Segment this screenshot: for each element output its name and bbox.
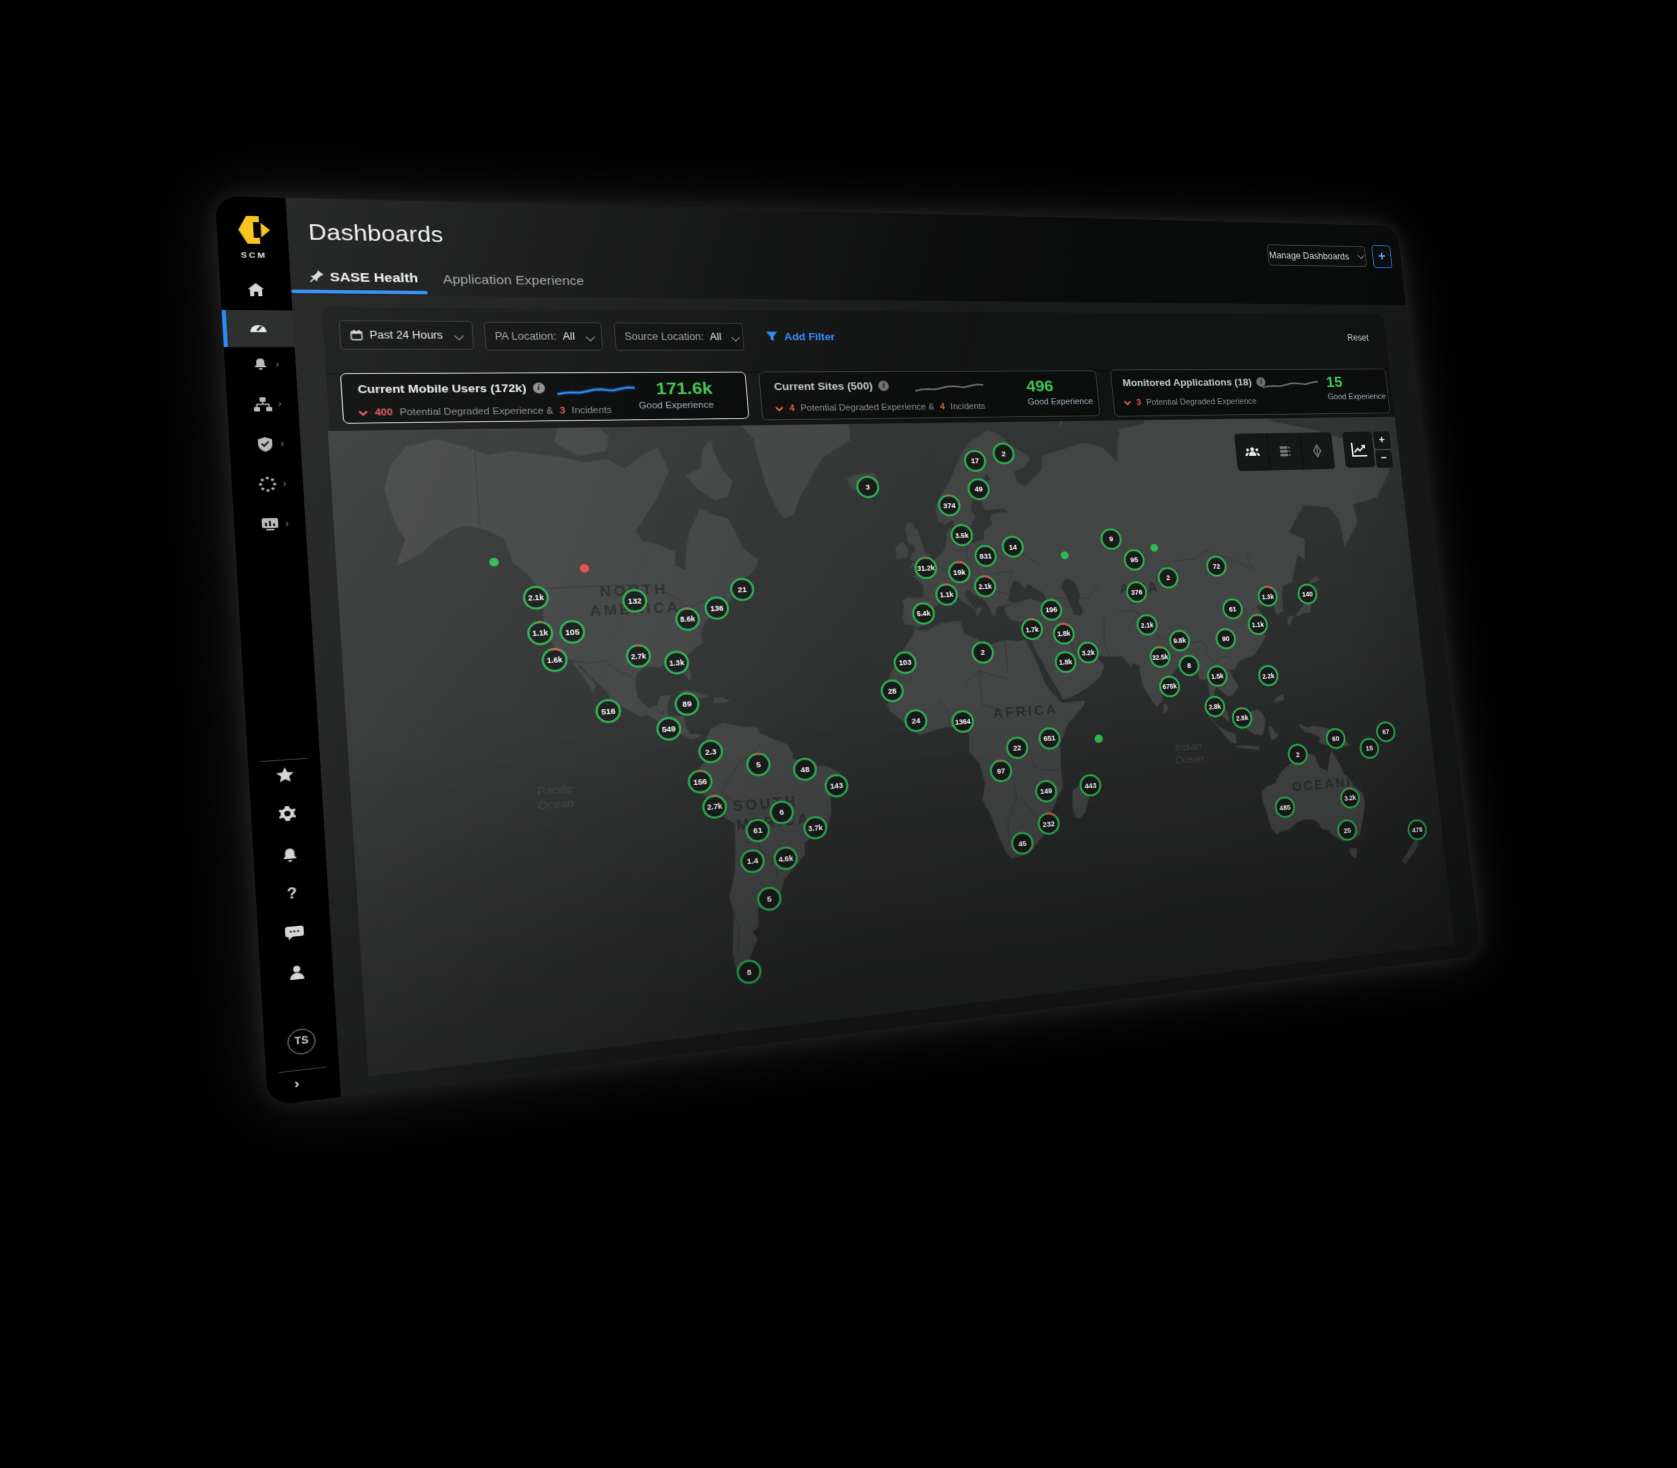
svg-text:24: 24: [911, 716, 920, 725]
svg-text:48: 48: [800, 765, 810, 774]
svg-text:25: 25: [1343, 826, 1351, 835]
svg-text:485: 485: [1279, 803, 1291, 812]
svg-text:61: 61: [753, 826, 763, 836]
svg-text:3: 3: [865, 483, 870, 491]
svg-text:22: 22: [1013, 743, 1022, 752]
svg-text:1.3k: 1.3k: [669, 658, 685, 668]
svg-text:32.5k: 32.5k: [1152, 653, 1169, 662]
svg-text:675k: 675k: [1162, 682, 1177, 691]
svg-text:3.7k: 3.7k: [808, 823, 823, 833]
svg-text:2.1k: 2.1k: [528, 593, 545, 603]
svg-text:232: 232: [1042, 819, 1055, 828]
svg-text:14: 14: [1008, 543, 1017, 551]
svg-text:516: 516: [601, 706, 616, 716]
svg-text:4.6k: 4.6k: [778, 853, 794, 863]
svg-text:8: 8: [746, 967, 751, 976]
svg-text:1.3k: 1.3k: [1261, 592, 1274, 600]
svg-text:89: 89: [682, 699, 692, 708]
svg-text:45: 45: [1018, 839, 1027, 848]
svg-text:103: 103: [898, 658, 911, 667]
svg-text:1.7k: 1.7k: [1025, 625, 1039, 634]
svg-text:136: 136: [710, 604, 724, 613]
svg-text:2: 2: [1001, 449, 1006, 457]
svg-text:1.1k: 1.1k: [532, 628, 549, 638]
svg-text:6: 6: [779, 808, 784, 817]
svg-text:2.1k: 2.1k: [978, 582, 992, 591]
svg-text:1.4: 1.4: [747, 856, 759, 866]
svg-text:5.4k: 5.4k: [916, 609, 931, 618]
svg-text:72: 72: [1212, 562, 1220, 570]
svg-text:831: 831: [979, 552, 992, 561]
svg-text:67: 67: [1382, 728, 1390, 736]
svg-text:?: ?: [287, 886, 298, 903]
svg-text:49: 49: [974, 485, 983, 493]
svg-text:Pacific: Pacific: [536, 783, 574, 799]
svg-text:1.6k: 1.6k: [547, 655, 564, 665]
svg-text:31.2k: 31.2k: [917, 564, 936, 573]
svg-text:61: 61: [1228, 605, 1236, 613]
svg-text:140: 140: [1302, 590, 1314, 598]
svg-text:19k: 19k: [953, 568, 966, 577]
svg-text:95: 95: [1130, 556, 1139, 564]
svg-text:2: 2: [980, 648, 985, 657]
svg-text:443: 443: [1084, 781, 1097, 790]
svg-text:15: 15: [1365, 744, 1373, 752]
svg-text:17: 17: [971, 457, 980, 465]
svg-text:2.1k: 2.1k: [1140, 621, 1154, 630]
svg-text:374: 374: [943, 501, 956, 510]
svg-text:9.8k: 9.8k: [1173, 636, 1187, 645]
svg-text:3.5k: 3.5k: [955, 531, 969, 540]
svg-text:97: 97: [997, 766, 1006, 775]
svg-text:90: 90: [1222, 635, 1230, 643]
svg-text:2.2k: 2.2k: [1262, 671, 1275, 680]
svg-text:143: 143: [830, 781, 844, 791]
svg-text:1.5k: 1.5k: [1211, 672, 1224, 681]
svg-text:2.7k: 2.7k: [631, 651, 647, 661]
svg-text:2.8k: 2.8k: [1236, 714, 1249, 723]
svg-text:3.2k: 3.2k: [1344, 794, 1357, 803]
svg-text:2.7k: 2.7k: [707, 802, 723, 812]
svg-text:Ocean: Ocean: [1174, 753, 1204, 767]
svg-text:1.1k: 1.1k: [939, 590, 954, 599]
svg-text:196: 196: [1045, 606, 1058, 615]
svg-text:478: 478: [1412, 825, 1423, 834]
svg-text:1.1k: 1.1k: [1251, 620, 1264, 629]
svg-text:1.8k: 1.8k: [1059, 658, 1073, 667]
svg-text:149: 149: [1040, 787, 1053, 796]
svg-text:156: 156: [693, 777, 707, 787]
svg-text:5: 5: [756, 760, 761, 769]
svg-text:376: 376: [1130, 588, 1142, 597]
svg-text:2.3: 2.3: [705, 747, 717, 757]
svg-text:549: 549: [662, 724, 677, 734]
svg-text:3.2k: 3.2k: [1081, 648, 1095, 657]
svg-text:2.8k: 2.8k: [1208, 702, 1221, 711]
svg-text:Indian: Indian: [1174, 740, 1202, 753]
svg-text:21: 21: [737, 585, 747, 594]
svg-text:60: 60: [1332, 734, 1340, 742]
svg-text:651: 651: [1043, 734, 1056, 743]
svg-text:105: 105: [565, 627, 580, 637]
svg-text:132: 132: [627, 596, 642, 605]
svg-text:1.8k: 1.8k: [1057, 629, 1071, 638]
svg-text:1364: 1364: [955, 717, 972, 726]
svg-text:28: 28: [888, 686, 897, 695]
svg-text:8.6k: 8.6k: [680, 614, 696, 623]
svg-text:Ocean: Ocean: [537, 797, 574, 813]
svg-text:5: 5: [767, 894, 772, 903]
